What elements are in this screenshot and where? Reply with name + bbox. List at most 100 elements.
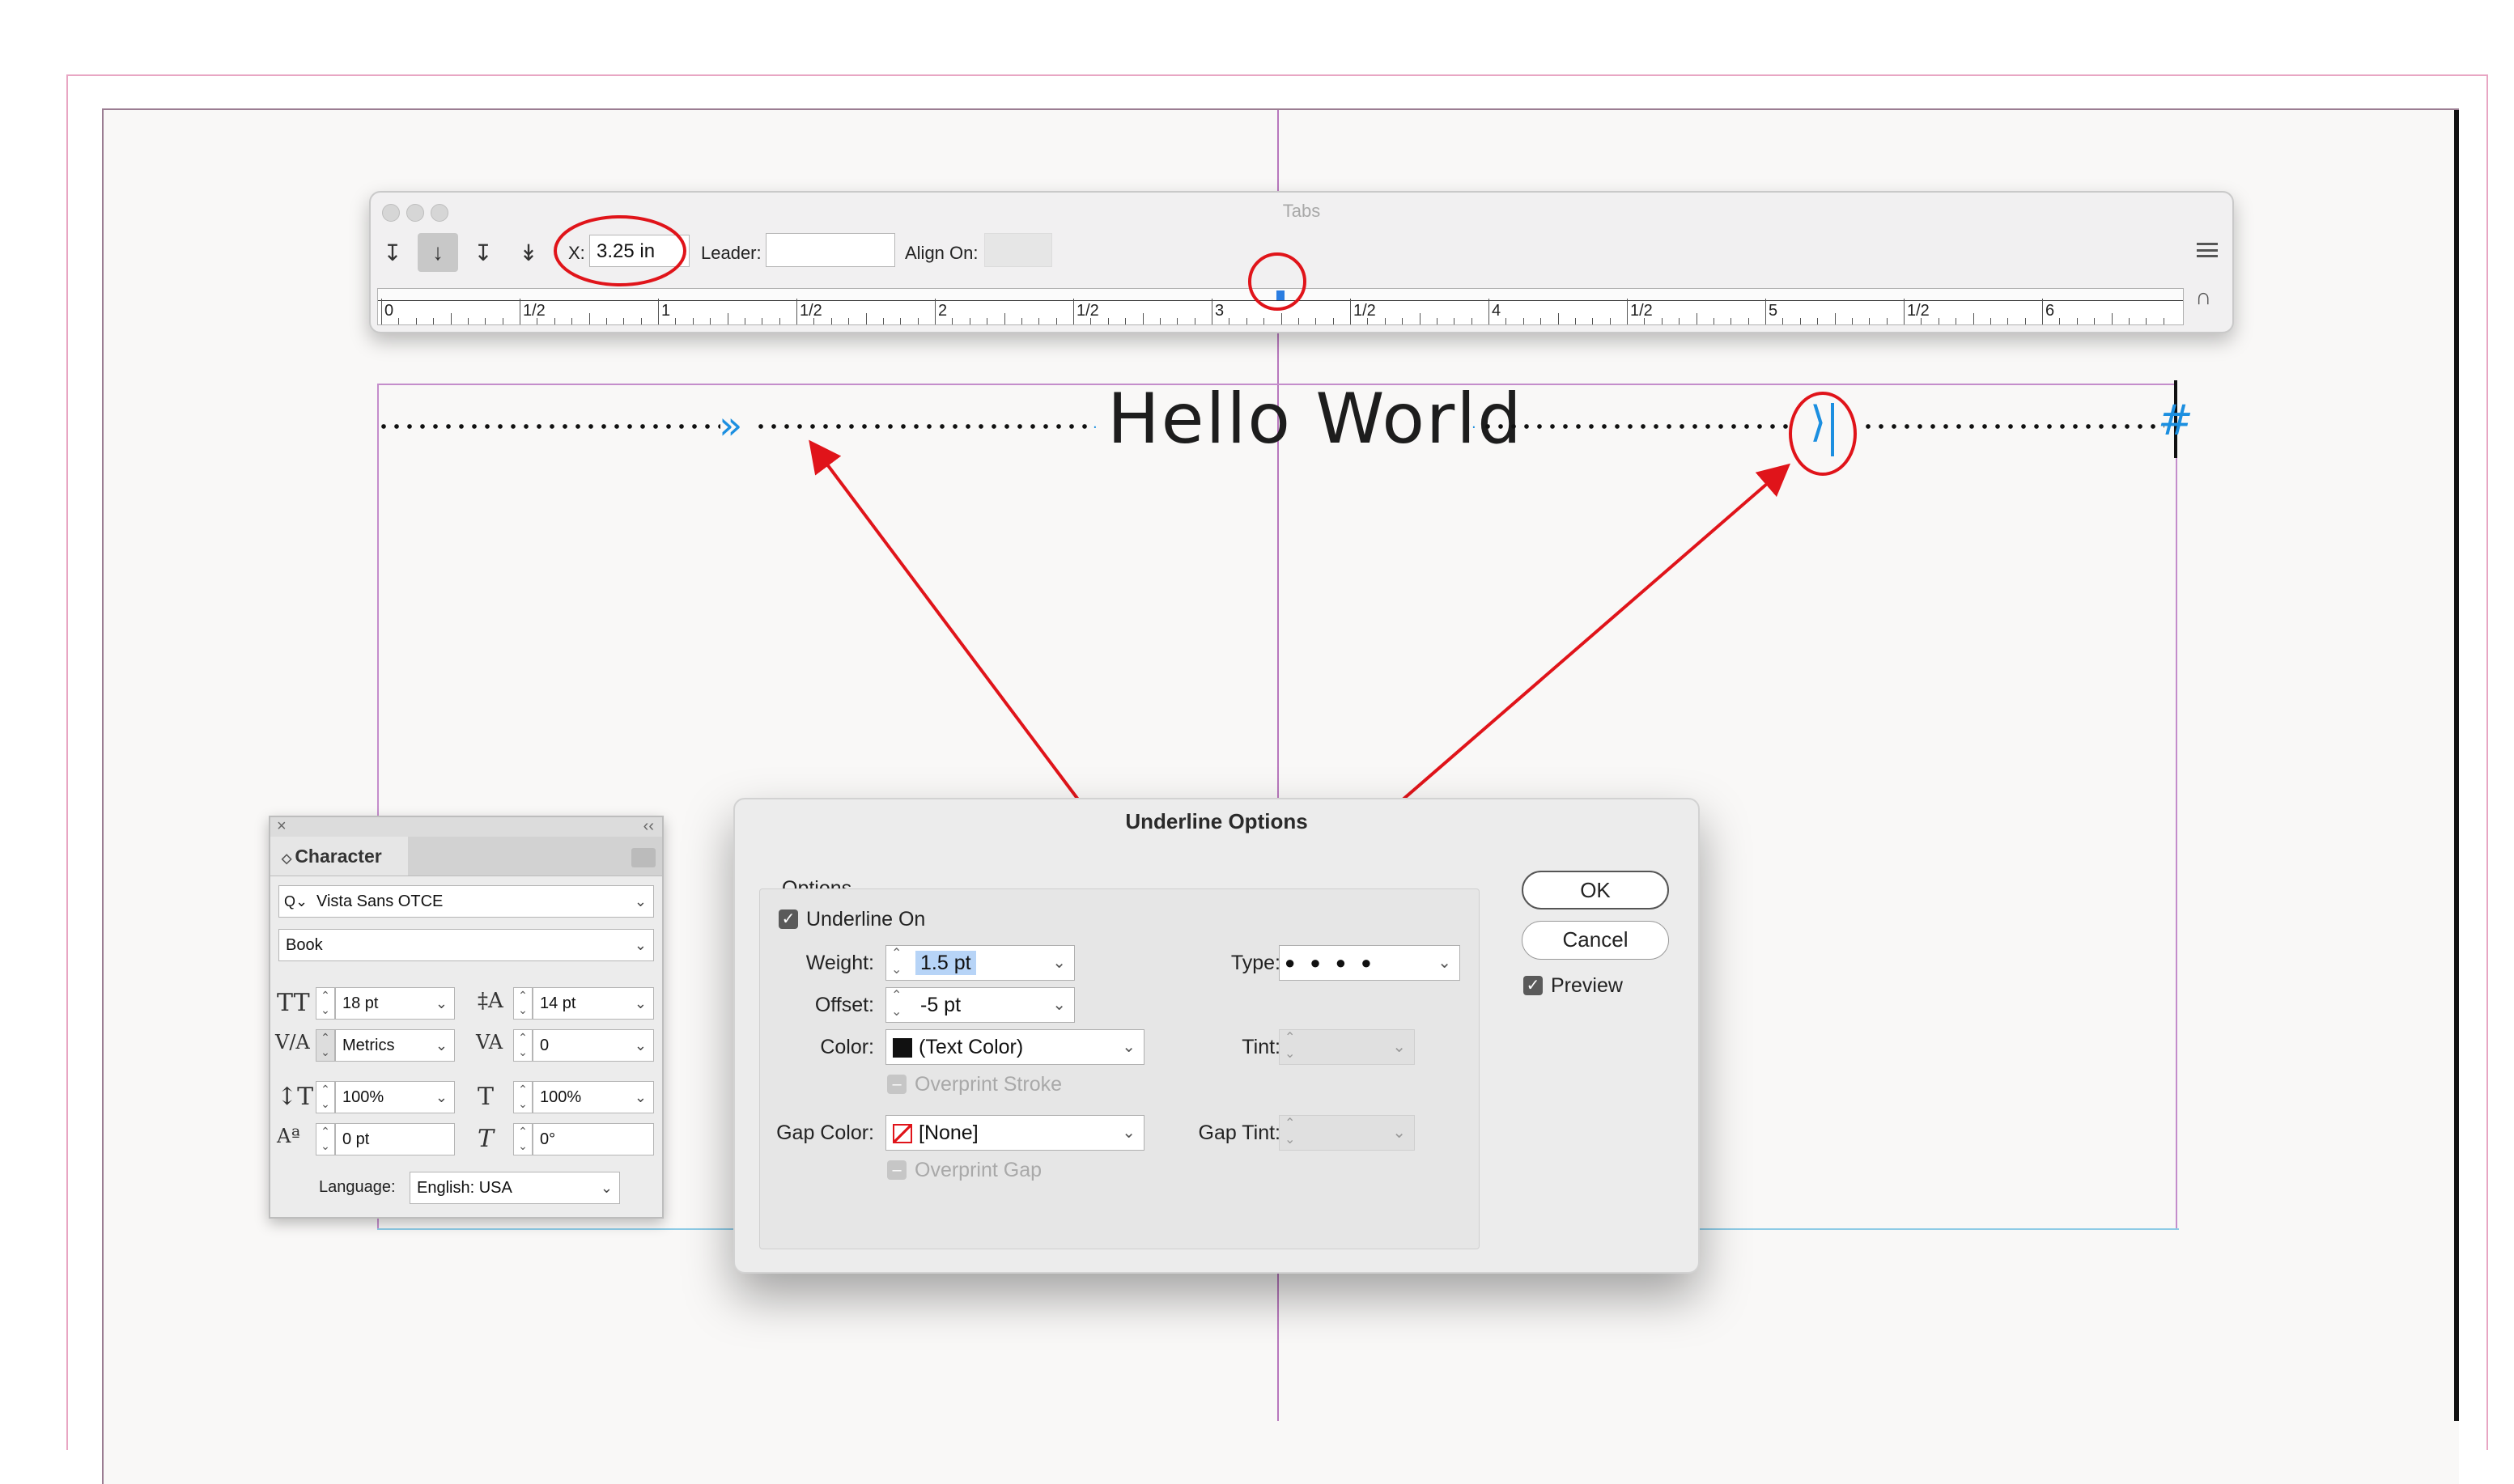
- annotation-circle-right-tab: [1789, 392, 1857, 476]
- chevron-down-icon: ⌄: [1437, 954, 1451, 972]
- weight-field[interactable]: ⌃ ⌄ 1.5 pt ⌄: [885, 945, 1075, 981]
- vertical-scale-field[interactable]: 100% ⌄: [335, 1081, 455, 1113]
- character-panel-tabbar: ◇ Character: [270, 837, 662, 876]
- annotation-circle-tab-marker: [1248, 252, 1306, 311]
- stepper-icon: ⌃ ⌄: [1285, 1031, 1296, 1061]
- collapse-panel-icon[interactable]: ‹‹: [643, 817, 654, 836]
- search-icon: Q⌄: [284, 893, 308, 909]
- language-label: Language:: [319, 1178, 396, 1196]
- stepper-icon: ⌃ ⌄: [891, 989, 902, 1019]
- chevron-updown-icon: ◇: [282, 852, 292, 866]
- gap-color-value: [None]: [919, 1121, 979, 1144]
- gap-color-field[interactable]: [None] ⌄: [885, 1115, 1144, 1151]
- type-label: Type:: [1230, 952, 1280, 974]
- annotation-circle-x-field: [554, 215, 686, 286]
- chevron-down-icon: ⌄: [435, 1089, 448, 1105]
- offset-label: Offset:: [814, 994, 874, 1016]
- chevron-down-icon: ⌄: [1122, 1124, 1136, 1142]
- baseline-shift-icon: Aª: [277, 1125, 300, 1147]
- preview-checkbox[interactable]: ✓: [1523, 976, 1543, 995]
- baseline-shift-stepper[interactable]: ⌃ ⌄: [316, 1123, 335, 1155]
- offset-field[interactable]: ⌃ ⌄ -5 pt ⌄: [885, 987, 1075, 1023]
- vertical-scale-icon: ↕T: [277, 1083, 314, 1111]
- annotation-arrow-right: [1394, 463, 1791, 808]
- options-group: [759, 888, 1480, 1249]
- font-size-value: 18 pt: [342, 994, 379, 1012]
- underline-options-dialog: Underline Options Options ✓ Underline On…: [733, 798, 1700, 1274]
- color-field[interactable]: (Text Color) ⌄: [885, 1029, 1144, 1065]
- chevron-down-icon: ⌄: [634, 1037, 647, 1054]
- tint-label: Tint:: [1242, 1036, 1280, 1058]
- color-value: (Text Color): [919, 1036, 1024, 1058]
- language-field[interactable]: English: USA ⌄: [410, 1172, 620, 1204]
- stepper-icon: ⌃ ⌄: [891, 947, 902, 977]
- font-style-value: Book: [286, 936, 323, 954]
- cancel-button[interactable]: Cancel: [1522, 921, 1669, 960]
- font-size-stepper[interactable]: ⌃ ⌄: [316, 987, 335, 1020]
- horizontal-scale-value: 100%: [540, 1088, 582, 1106]
- font-style-field[interactable]: Book ⌄: [278, 929, 654, 961]
- chevron-down-icon: ⌄: [435, 995, 448, 1011]
- horizontal-scale-field[interactable]: 100% ⌄: [533, 1081, 654, 1113]
- kerning-value: Metrics: [342, 1037, 395, 1054]
- baseline-shift-value: 0 pt: [342, 1130, 370, 1148]
- baseline-shift-field[interactable]: 0 pt: [335, 1123, 455, 1155]
- chevron-down-icon: ⌄: [1392, 1124, 1406, 1142]
- tab-character[interactable]: ◇ Character: [270, 837, 408, 876]
- preview-label: Preview: [1551, 974, 1623, 997]
- horizontal-scale-stepper[interactable]: ⌃ ⌄: [513, 1081, 533, 1113]
- leading-icon: ‡A: [478, 989, 503, 1013]
- vertical-scale-value: 100%: [342, 1088, 384, 1106]
- tracking-value: 0: [540, 1037, 550, 1054]
- character-panel: × ‹‹ ◇ Character Q⌄ Vista Sans OTCE ⌄ Boo…: [269, 816, 664, 1219]
- chevron-down-icon: ⌄: [435, 1037, 448, 1054]
- kerning-field[interactable]: Metrics ⌄: [335, 1029, 455, 1062]
- offset-value: -5 pt: [920, 994, 962, 1016]
- font-family-field[interactable]: Q⌄ Vista Sans OTCE ⌄: [278, 885, 654, 918]
- chevron-down-icon: ⌄: [634, 893, 647, 909]
- font-family-value: Vista Sans OTCE: [316, 893, 444, 910]
- skew-stepper[interactable]: ⌃ ⌄: [513, 1123, 533, 1155]
- none-swatch-icon: [893, 1124, 912, 1144]
- ok-button[interactable]: OK: [1522, 871, 1669, 909]
- overprint-gap-checkbox[interactable]: –: [887, 1160, 907, 1180]
- overprint-stroke-label: Overprint Stroke: [915, 1073, 1063, 1096]
- chevron-down-icon: ⌄: [1122, 1038, 1136, 1056]
- dotted-stroke-preview: ● ● ● ●: [1285, 952, 1377, 973]
- chevron-down-icon: ⌄: [634, 937, 647, 953]
- underline-on-label: Underline On: [806, 908, 926, 931]
- character-panel-header: × ‹‹: [270, 817, 662, 837]
- weight-value: 1.5 pt: [915, 951, 976, 975]
- horizontal-scale-icon: T: [478, 1083, 495, 1111]
- tracking-stepper[interactable]: ⌃ ⌄: [513, 1029, 533, 1062]
- vertical-scale-stepper[interactable]: ⌃ ⌄: [316, 1081, 335, 1113]
- type-field[interactable]: ● ● ● ● ⌄: [1279, 945, 1460, 981]
- kerning-stepper[interactable]: ⌃ ⌄: [316, 1029, 335, 1062]
- close-panel-icon[interactable]: ×: [277, 817, 287, 836]
- chevron-down-icon: ⌄: [1052, 996, 1066, 1014]
- gap-tint-field[interactable]: ⌃ ⌄ ⌄: [1279, 1115, 1415, 1151]
- color-label: Color:: [820, 1036, 874, 1058]
- skew-icon: T: [478, 1125, 495, 1153]
- language-value: English: USA: [417, 1179, 512, 1197]
- tab-character-label: Character: [295, 846, 382, 867]
- leading-field[interactable]: 14 pt ⌄: [533, 987, 654, 1020]
- chevron-down-icon: ⌄: [600, 1180, 613, 1196]
- font-size-icon: TT: [277, 989, 310, 1017]
- gap-color-label: Gap Color:: [776, 1121, 874, 1144]
- skew-field[interactable]: 0°: [533, 1123, 654, 1155]
- color-swatch: [893, 1038, 912, 1058]
- tracking-icon: VA: [476, 1031, 503, 1054]
- overprint-stroke-checkbox[interactable]: –: [887, 1075, 907, 1094]
- font-size-field[interactable]: 18 pt ⌄: [335, 987, 455, 1020]
- panel-menu-icon[interactable]: [631, 848, 656, 867]
- gap-tint-label: Gap Tint:: [1198, 1121, 1280, 1144]
- chevron-down-icon: ⌄: [1052, 954, 1066, 972]
- chevron-down-icon: ⌄: [634, 995, 647, 1011]
- skew-value: 0°: [540, 1130, 556, 1148]
- leading-stepper[interactable]: ⌃ ⌄: [513, 987, 533, 1020]
- tint-field[interactable]: ⌃ ⌄ ⌄: [1279, 1029, 1415, 1065]
- weight-label: Weight:: [805, 952, 874, 974]
- underline-on-checkbox[interactable]: ✓: [779, 909, 798, 929]
- tracking-field[interactable]: 0 ⌄: [533, 1029, 654, 1062]
